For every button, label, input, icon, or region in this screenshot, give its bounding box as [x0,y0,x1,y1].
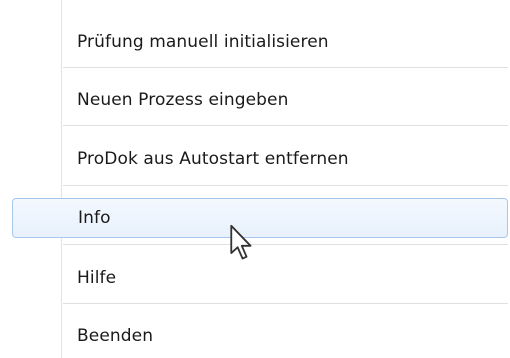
menu-item-label: Hilfe [77,268,117,288]
menu-item-pruefung-initialisieren[interactable]: Prüfung manuell initialisieren [12,22,508,62]
menu-separator [63,125,508,126]
menu-separator [63,244,508,245]
menu-item-label: Beenden [77,326,154,346]
menu-item-autostart-entfernen[interactable]: ProDok aus Autostart entfernen [12,139,508,179]
menu-item-neuen-prozess[interactable]: Neuen Prozess eingeben [12,80,508,120]
menu-item-label: Neuen Prozess eingeben [77,90,289,110]
menu-separator [63,303,508,304]
menu-item-label: Prüfung manuell initialisieren [77,32,329,52]
menu-item-beenden[interactable]: Beenden [12,316,508,356]
menu-separator [63,67,508,68]
menu-separator [63,185,508,186]
context-menu: Prüfung manuell initialisieren Neuen Pro… [0,0,510,358]
menu-item-label: ProDok aus Autostart entfernen [77,149,349,169]
menu-item-label: Info [78,208,111,228]
arrow-pointer-icon [230,224,252,260]
menu-item-info[interactable]: Info [12,198,508,238]
menu-item-hilfe[interactable]: Hilfe [12,258,508,298]
